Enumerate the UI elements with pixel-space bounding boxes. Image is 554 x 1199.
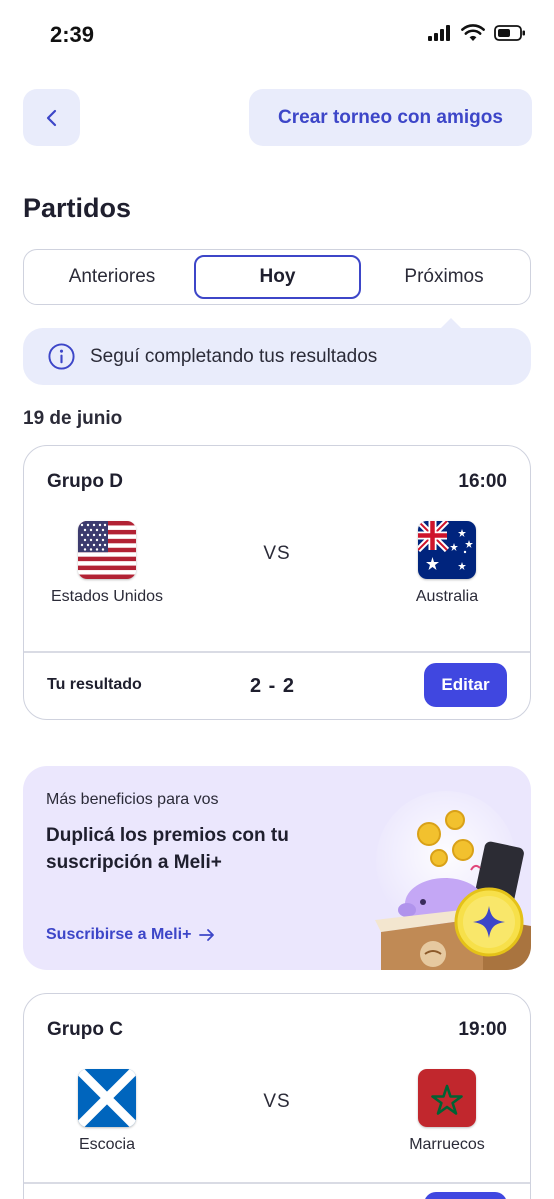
status-time: 2:39 bbox=[50, 22, 95, 47]
match-time: 19:00 bbox=[458, 1019, 507, 1040]
morocco-flag-icon bbox=[418, 1069, 476, 1127]
away-team-name: Marruecos bbox=[409, 1136, 485, 1153]
home-team-name: Estados Unidos bbox=[50, 588, 164, 605]
match-group: Grupo D bbox=[47, 471, 123, 492]
back-button[interactable] bbox=[23, 89, 80, 146]
date-label: 19 de junio bbox=[23, 408, 123, 429]
status-bar: 2:39 bbox=[0, 0, 554, 70]
battery-icon bbox=[494, 25, 525, 41]
promo-link-label: Suscribirse a Meli+ bbox=[46, 926, 192, 943]
page-title: Partidos bbox=[23, 193, 132, 223]
piggy-bank-illustration bbox=[375, 791, 531, 970]
edit-button-partial[interactable] bbox=[424, 1192, 507, 1199]
card-divider bbox=[24, 1182, 530, 1184]
info-banner-text: Seguí completando tus resultados bbox=[90, 345, 378, 367]
promo-link[interactable]: Suscribirse a Meli+ bbox=[46, 926, 215, 944]
predicted-score: 2 - 2 bbox=[250, 675, 296, 697]
status-icons bbox=[428, 24, 526, 42]
australia-flag-icon bbox=[418, 521, 476, 579]
edit-button[interactable]: Editar bbox=[424, 663, 507, 707]
match-group: Grupo C bbox=[47, 1019, 123, 1040]
away-team: Marruecos bbox=[387, 1069, 507, 1155]
info-banner: Seguí completando tus resultados bbox=[23, 328, 531, 385]
tab-hoy[interactable]: Hoy bbox=[194, 255, 361, 299]
match-card[interactable]: Grupo D 16:00 Estados Unidos VS Australi… bbox=[23, 445, 531, 720]
tab-bar: Anteriores Hoy Próximos bbox=[23, 249, 531, 305]
result-label: Tu resultado bbox=[47, 676, 142, 693]
tab-proximos[interactable]: Próximos bbox=[360, 255, 528, 299]
arrow-right-icon bbox=[199, 929, 215, 941]
promo-title: Duplicá los premios con tu suscripción a… bbox=[46, 825, 289, 873]
match-time: 16:00 bbox=[458, 471, 507, 492]
away-team: Australia bbox=[387, 521, 507, 607]
info-icon bbox=[48, 343, 75, 370]
chevron-left-icon bbox=[46, 109, 56, 126]
promo-banner[interactable]: Más beneficios para vos Duplicá los prem… bbox=[23, 766, 531, 970]
create-tournament-button[interactable]: Crear torneo con amigos bbox=[249, 89, 532, 146]
promo-subtitle: Más beneficios para vos bbox=[46, 791, 219, 808]
tab-anteriores[interactable]: Anteriores bbox=[28, 255, 196, 299]
away-team-name: Australia bbox=[415, 588, 479, 605]
match-card[interactable]: Grupo C 19:00 Escocia VS Marruecos bbox=[23, 993, 531, 1199]
cellular-signal-icon bbox=[428, 25, 450, 41]
card-divider bbox=[24, 651, 530, 653]
home-team-name: Escocia bbox=[78, 1136, 136, 1153]
wifi-icon bbox=[461, 24, 485, 41]
